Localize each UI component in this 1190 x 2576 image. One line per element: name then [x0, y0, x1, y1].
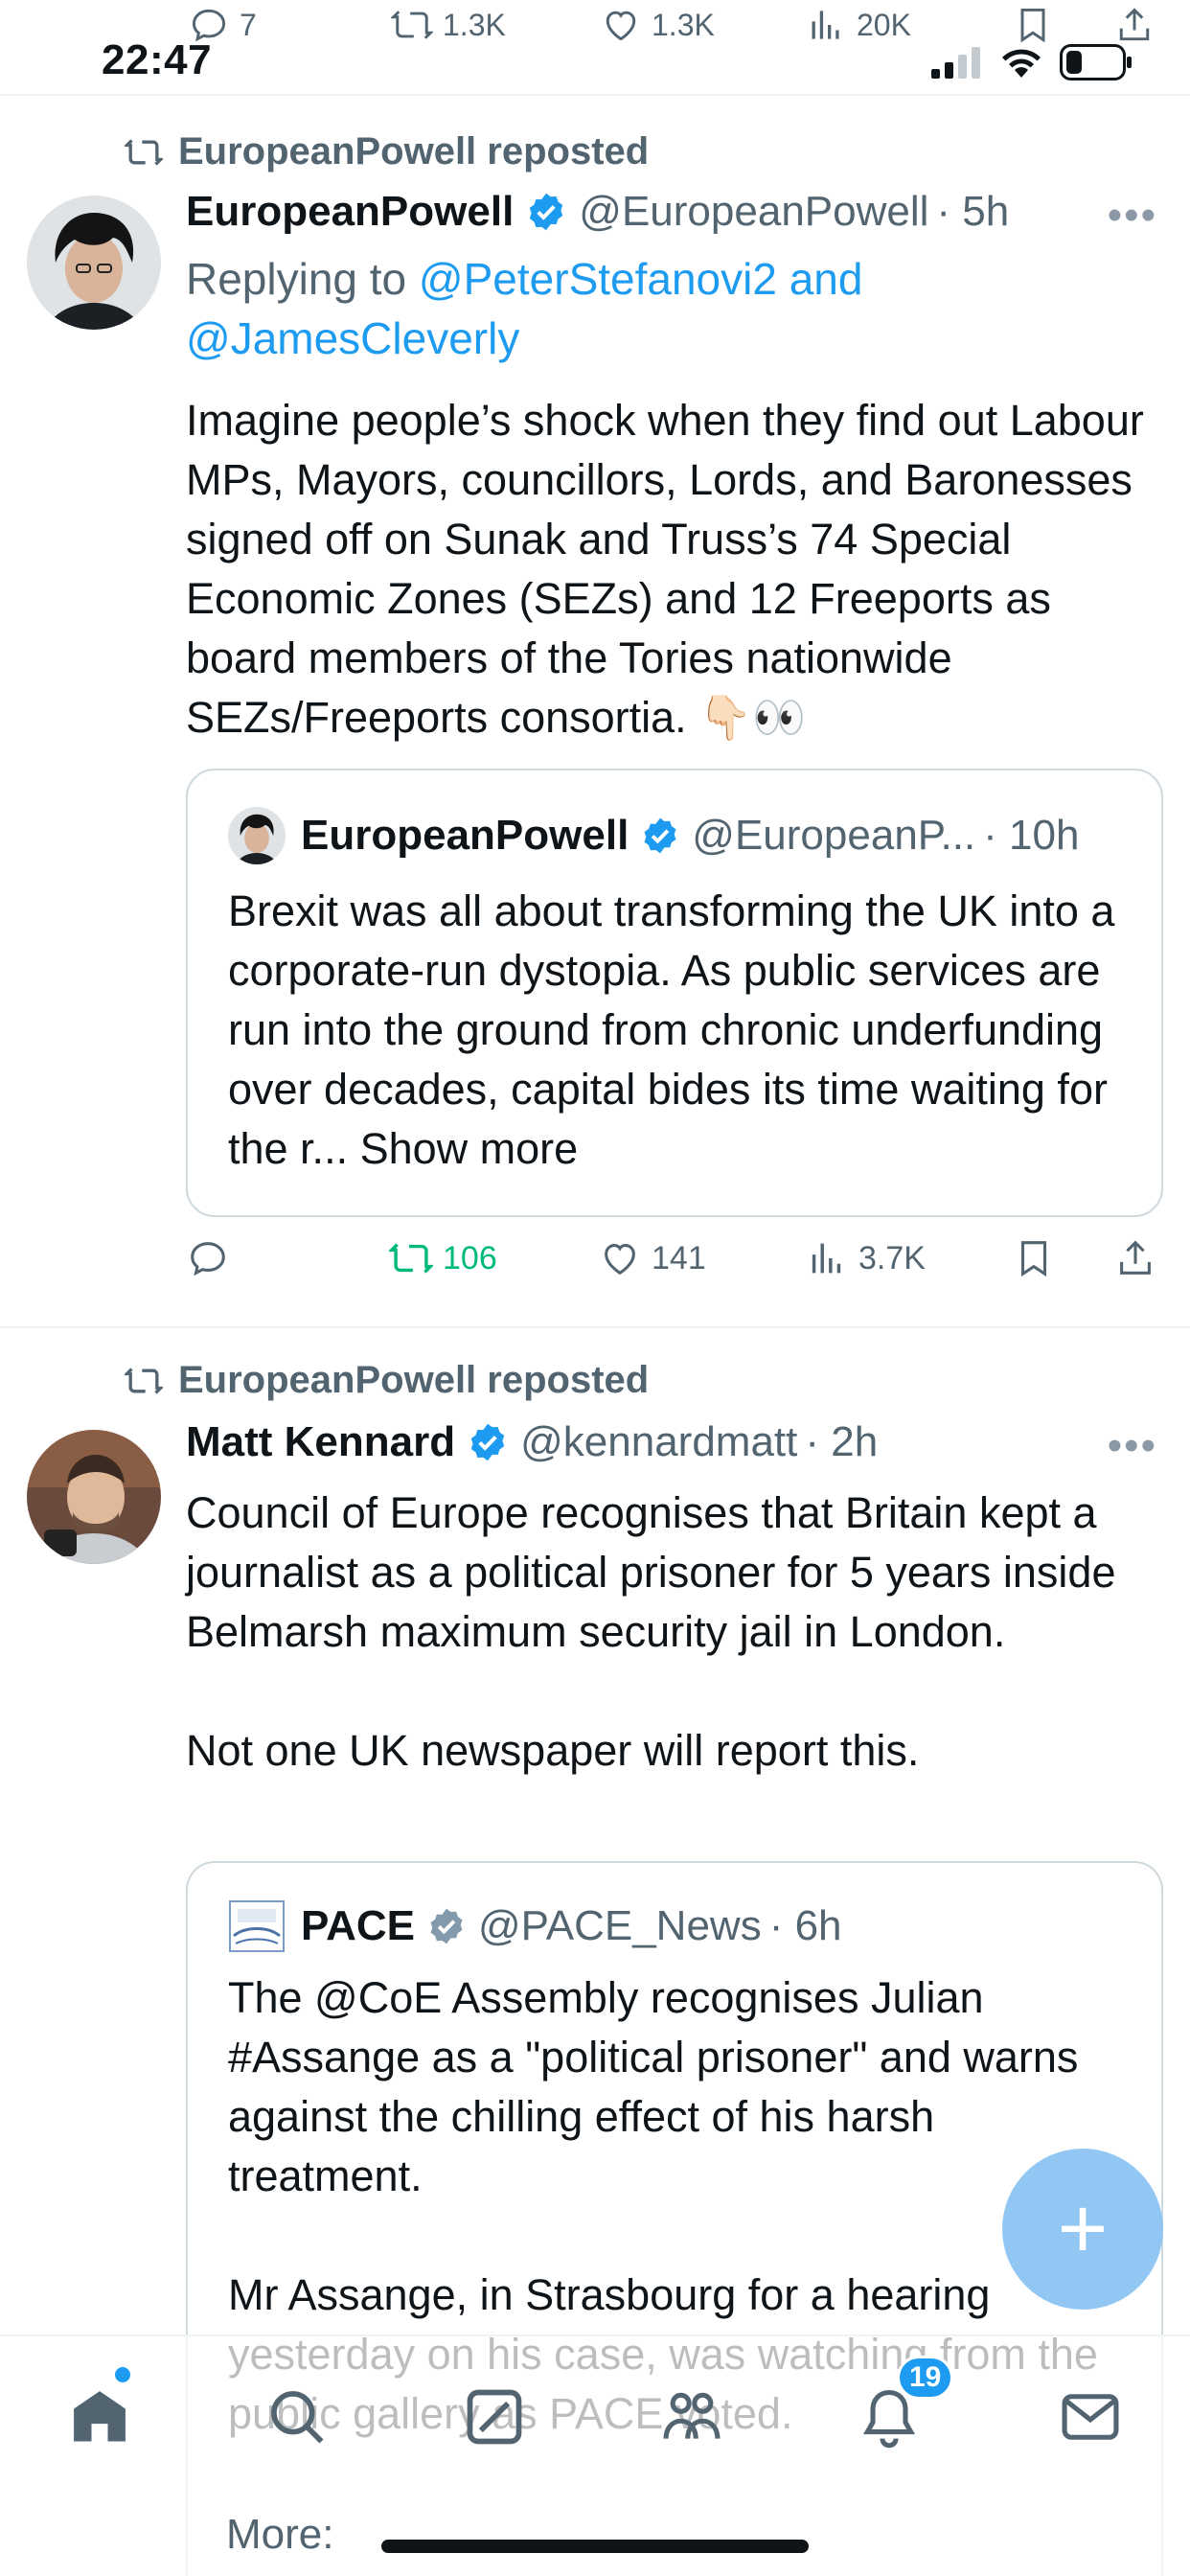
- quoted-post-time: · 6h: [768, 1902, 842, 1949]
- like-button[interactable]: 1.3K: [600, 4, 715, 46]
- more-options-icon[interactable]: •••: [1108, 192, 1157, 240]
- quoted-author-handle: @PACE_News: [477, 1902, 762, 1949]
- post-text: Council of Europe recognises that Britai…: [186, 1488, 1116, 1775]
- nav-home[interactable]: [59, 2377, 140, 2457]
- avatar[interactable]: [27, 1430, 161, 1564]
- views-icon: [812, 11, 839, 39]
- reply-button[interactable]: [186, 1236, 230, 1280]
- heart-icon: [605, 1244, 635, 1276]
- replying-to-prefix: Replying to: [186, 254, 419, 304]
- quoted-author-handle: @EuropeanP...: [692, 812, 976, 859]
- repost-label: EuropeanPowell reposted: [178, 130, 650, 172]
- nav-search[interactable]: [257, 2377, 337, 2457]
- search-icon: [271, 2391, 324, 2444]
- share-icon: [1120, 1240, 1151, 1275]
- quoted-post-time: · 10h: [983, 812, 1080, 859]
- repost-button[interactable]: 106: [389, 1236, 497, 1280]
- like-count: 1.3K: [652, 7, 715, 42]
- post-actions: 106 141 3.7K: [186, 1236, 1163, 1294]
- bookmark-button[interactable]: [1012, 4, 1054, 46]
- quoted-avatar: [228, 807, 286, 864]
- share-button[interactable]: [1113, 1236, 1157, 1280]
- nav-messages[interactable]: [1050, 2377, 1131, 2457]
- quoted-post[interactable]: EuropeanPowell @EuropeanP... · 10h Brexi…: [186, 769, 1163, 1217]
- notifications-badge: 19: [897, 2356, 954, 2400]
- views-button[interactable]: 3.7K: [805, 1236, 926, 1280]
- repost-icon: [125, 1367, 163, 1394]
- repost-label: EuropeanPowell reposted: [178, 1359, 650, 1401]
- author-handle[interactable]: @kennardmatt: [520, 1418, 797, 1466]
- quoted-author-name: PACE: [301, 1902, 415, 1949]
- cellular-signal-icon: [931, 47, 980, 79]
- author-name[interactable]: Matt Kennard: [186, 1418, 455, 1466]
- post-header: Matt Kennard @kennardmatt · 2h: [186, 1418, 878, 1466]
- post-header: EuropeanPowell @EuropeanPowell · 5h: [186, 188, 1009, 236]
- avatar-image: [27, 196, 161, 330]
- repost-count: 1.3K: [443, 7, 506, 42]
- nav-grok[interactable]: [454, 2377, 535, 2457]
- mail-icon: [1062, 2394, 1119, 2440]
- post-time: · 2h: [805, 1418, 879, 1465]
- battery-icon: [1060, 44, 1132, 80]
- author-handle[interactable]: @EuropeanPowell: [579, 188, 928, 236]
- reply-icon: [191, 1242, 225, 1276]
- repost-icon: [389, 1243, 433, 1274]
- post-text: Imagine people’s shock when they find ou…: [186, 396, 1156, 742]
- bookmark-button[interactable]: [1012, 1236, 1056, 1280]
- quoted-post-header: EuropeanPowell @EuropeanP... · 10h: [228, 807, 1079, 864]
- avatar[interactable]: [27, 196, 161, 330]
- share-icon: [1119, 8, 1150, 41]
- quoted-avatar: [228, 1898, 286, 1955]
- post-time: · 5h: [936, 188, 1010, 235]
- verified-badge-icon: [530, 193, 563, 231]
- home-unread-dot: [115, 2367, 130, 2382]
- quoted-author-name: EuropeanPowell: [301, 812, 629, 859]
- system-icons: [931, 44, 1133, 80]
- author-name[interactable]: EuropeanPowell: [186, 188, 514, 236]
- repost-indicator: EuropeanPowell reposted: [125, 1359, 649, 1402]
- heart-icon: [606, 11, 636, 41]
- views-count: 3.7K: [858, 1239, 926, 1276]
- gray-verified-badge-icon: [430, 1908, 463, 1944]
- more-options-icon[interactable]: •••: [1108, 1422, 1157, 1470]
- bookmark-icon: [1020, 1241, 1047, 1277]
- repost-icon: [125, 138, 163, 166]
- repost-icon: [391, 11, 433, 39]
- status-time: 22:47: [102, 36, 213, 83]
- like-count: 141: [652, 1239, 706, 1276]
- share-button[interactable]: [1113, 4, 1156, 46]
- communities-icon: [663, 2392, 721, 2439]
- more-label: More:: [226, 2511, 334, 2558]
- home-icon: [74, 2391, 126, 2442]
- views-icon: [812, 1243, 841, 1274]
- views-count: 20K: [857, 7, 911, 42]
- like-button[interactable]: 141: [598, 1236, 706, 1280]
- verified-badge-icon: [644, 817, 676, 854]
- status-bar: 7 1.3K 1.3K 20K 22:47: [0, 0, 1190, 96]
- quoted-avatar-image: [228, 807, 286, 864]
- replying-to: Replying to @PeterStefanovi2 and @JamesC…: [186, 249, 972, 368]
- reply-count: 7: [240, 7, 257, 42]
- views-button[interactable]: 20K: [805, 4, 911, 46]
- bookmark-icon: [1020, 8, 1045, 43]
- quoted-post-header: PACE @PACE_News · 6h: [228, 1898, 842, 1955]
- repost-button[interactable]: 1.3K: [391, 4, 506, 46]
- pace-logo-icon: [228, 1898, 286, 1955]
- wifi-icon: [1002, 49, 1041, 78]
- repost-indicator: EuropeanPowell reposted: [125, 130, 649, 173]
- home-indicator: [381, 2540, 809, 2553]
- repost-count: 106: [443, 1239, 497, 1276]
- plus-icon: +: [1057, 2180, 1109, 2277]
- grok-icon: [467, 2389, 522, 2445]
- quoted-post-text: Brexit was all about transforming the UK…: [228, 886, 1127, 1173]
- avatar-image: [27, 1430, 161, 1564]
- post-europeanpowell[interactable]: EuropeanPowell reposted EuropeanPowell @…: [0, 96, 1190, 1326]
- compose-button[interactable]: +: [1002, 2149, 1163, 2310]
- nav-communities[interactable]: [652, 2377, 732, 2457]
- verified-badge-icon: [470, 1423, 505, 1461]
